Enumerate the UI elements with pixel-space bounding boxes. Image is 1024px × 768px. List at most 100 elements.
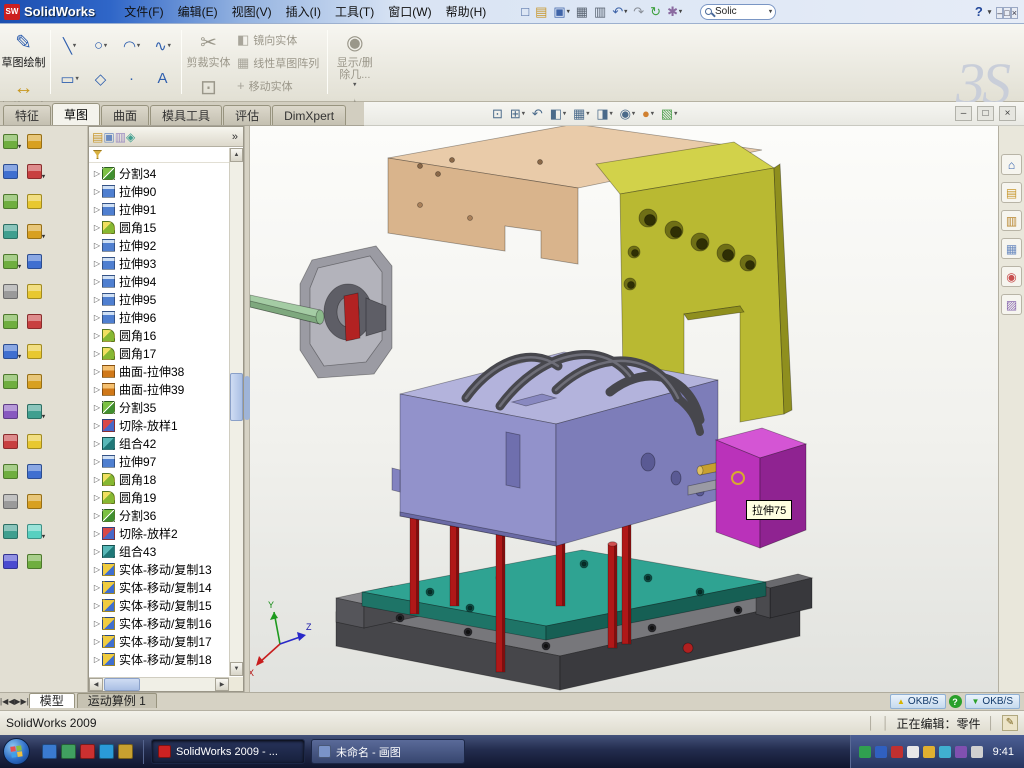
options-icon[interactable]: ✱ ▾ bbox=[665, 4, 684, 20]
graphics-viewport[interactable]: Y X Z 拉伸75 bbox=[250, 126, 998, 692]
tree-item[interactable]: ▷ 拉伸96 bbox=[90, 308, 228, 326]
command-tab[interactable]: 曲面 bbox=[101, 105, 149, 125]
tree-item[interactable]: ▷ 拉伸91 bbox=[90, 200, 228, 218]
expand-arrow-icon[interactable]: ▷ bbox=[92, 601, 102, 610]
dropdown-arrow-icon[interactable]: ▾ bbox=[610, 110, 613, 117]
expand-arrow-icon[interactable]: ▷ bbox=[92, 277, 102, 286]
study-tab[interactable]: 运动算例 1 bbox=[77, 693, 157, 708]
expand-arrow-icon[interactable]: ▷ bbox=[92, 385, 102, 394]
expand-arrow-icon[interactable]: ▷ bbox=[92, 367, 102, 376]
panel-overflow-chevron[interactable]: » bbox=[232, 131, 240, 143]
expand-arrow-icon[interactable]: ▷ bbox=[92, 295, 102, 304]
menu-item[interactable]: 工具(T) bbox=[328, 1, 381, 22]
taskbar-clock[interactable]: 9:41 bbox=[993, 746, 1014, 758]
scroll-left-arrow[interactable]: ◀ bbox=[89, 678, 103, 691]
left-toolbar-button[interactable]: ▾ bbox=[27, 134, 49, 150]
sketch-status-icon[interactable]: ✎ bbox=[1002, 715, 1018, 731]
spline-icon[interactable]: ∿ ▾ bbox=[147, 29, 178, 62]
menu-item[interactable]: 编辑(E) bbox=[171, 1, 225, 22]
dropdown-arrow-icon[interactable]: ▾ bbox=[168, 42, 171, 49]
tree-item[interactable]: ▷ 组合42 bbox=[90, 434, 228, 452]
left-toolbar-button[interactable]: ▾ bbox=[3, 284, 25, 300]
help-icon[interactable]: ? bbox=[975, 4, 983, 19]
design-library-icon[interactable]: ▤ bbox=[1001, 182, 1022, 203]
expand-arrow-icon[interactable]: ▷ bbox=[92, 655, 102, 664]
expand-arrow-icon[interactable]: ▷ bbox=[92, 403, 102, 412]
expand-arrow-icon[interactable]: ▷ bbox=[92, 547, 102, 556]
tree-item[interactable]: ▷ 拉伸90 bbox=[90, 182, 228, 200]
dropdown-arrow-icon[interactable]: ▾ bbox=[353, 81, 356, 88]
tree-item[interactable]: ▷ 圆角18 bbox=[90, 470, 228, 488]
search-input[interactable]: Solic bbox=[715, 6, 769, 17]
tray-icon[interactable] bbox=[971, 746, 983, 758]
tray-icon[interactable] bbox=[891, 746, 903, 758]
tab-nav-arrow[interactable]: ▶| bbox=[21, 697, 29, 706]
left-toolbar-button[interactable]: ▾ bbox=[3, 314, 25, 330]
dimxpertmanager-tab-icon[interactable]: ◈ bbox=[126, 130, 135, 144]
expand-arrow-icon[interactable]: ▷ bbox=[92, 349, 102, 358]
point-icon[interactable]: · ▾ bbox=[116, 62, 147, 95]
tray-icon[interactable] bbox=[907, 746, 919, 758]
expand-arrow-icon[interactable]: ▷ bbox=[92, 637, 102, 646]
expand-arrow-icon[interactable]: ▷ bbox=[92, 457, 102, 466]
open-icon[interactable]: ▤ ▾ bbox=[533, 4, 549, 20]
dropdown-arrow-icon[interactable]: ▾ bbox=[651, 110, 654, 117]
left-toolbar-button[interactable]: ▾ bbox=[27, 434, 49, 450]
menu-item[interactable]: 帮助(H) bbox=[439, 1, 494, 22]
line-icon[interactable]: ╲ ▾ bbox=[54, 29, 85, 62]
left-toolbar-button[interactable]: ▾ bbox=[27, 224, 49, 240]
rectangle-icon[interactable]: ▭ ▾ bbox=[54, 62, 85, 95]
command-tab[interactable]: 草图 bbox=[52, 103, 100, 125]
ribbon-button[interactable]: ✂ 剪裁实体 bbox=[185, 24, 232, 69]
expand-arrow-icon[interactable]: ▷ bbox=[92, 493, 102, 502]
tree-item[interactable]: ▷ 实体-移动/复制14 bbox=[90, 578, 228, 596]
print-preview-icon[interactable]: ▥ ▾ bbox=[592, 4, 608, 20]
tray-icon[interactable] bbox=[875, 746, 887, 758]
left-toolbar-button[interactable]: ▾ bbox=[27, 314, 49, 330]
apply-scene-icon[interactable]: ▧ ▾ bbox=[659, 106, 679, 122]
tree-item[interactable]: ▷ 拉伸97 bbox=[90, 452, 228, 470]
display-style-icon[interactable]: ◨ ▾ bbox=[594, 106, 614, 122]
filter-funnel-icon[interactable] bbox=[93, 150, 102, 159]
help-dropdown-icon[interactable]: ▾ bbox=[988, 8, 992, 16]
doc-minimize-button[interactable]: – bbox=[955, 106, 972, 121]
scrollbar-thumb[interactable] bbox=[230, 373, 243, 421]
tray-icon[interactable] bbox=[955, 746, 967, 758]
view-palette-icon[interactable]: ▦ bbox=[1001, 238, 1022, 259]
propertymanager-tab-icon[interactable]: ▣ bbox=[103, 130, 114, 144]
ribbon-small-button[interactable]: ▦ 线性草图阵列 bbox=[237, 55, 319, 71]
quick-launch-icon[interactable] bbox=[80, 744, 95, 759]
expand-arrow-icon[interactable]: ▷ bbox=[92, 313, 102, 322]
expand-arrow-icon[interactable]: ▷ bbox=[92, 619, 102, 628]
dropdown-arrow-icon[interactable]: ▾ bbox=[674, 110, 677, 117]
tree-item[interactable]: ▷ 拉伸92 bbox=[90, 236, 228, 254]
custom-properties-icon[interactable]: ▨ bbox=[1001, 294, 1022, 315]
restore-button[interactable]: □ bbox=[1003, 7, 1010, 19]
dropdown-arrow-icon[interactable]: ▾ bbox=[563, 110, 566, 117]
tree-item[interactable]: ▷ 圆角17 bbox=[90, 344, 228, 362]
quick-launch-icon[interactable] bbox=[61, 744, 76, 759]
new-document-icon[interactable]: □ ▾ bbox=[519, 4, 531, 20]
tree-item[interactable]: ▷ 切除-放样2 bbox=[90, 524, 228, 542]
tab-nav-arrow[interactable]: |◀ bbox=[0, 697, 8, 706]
expand-arrow-icon[interactable]: ▷ bbox=[92, 259, 102, 268]
flyout-arrow-icon[interactable]: ▾ bbox=[42, 173, 45, 180]
home-icon[interactable]: ⌂ bbox=[1001, 154, 1022, 175]
tree-item[interactable]: ▷ 圆角19 bbox=[90, 488, 228, 506]
ribbon-button[interactable]: ✎ 草图绘制 ▾ bbox=[0, 24, 47, 69]
model-3d-view[interactable]: Y X Z bbox=[250, 126, 998, 692]
tree-item[interactable]: ▷ 组合43 bbox=[90, 542, 228, 560]
left-toolbar-button[interactable]: ▾ bbox=[3, 524, 25, 540]
dropdown-arrow-icon[interactable]: ▾ bbox=[522, 110, 525, 117]
tray-icon[interactable] bbox=[923, 746, 935, 758]
left-toolbar-button[interactable]: ▾ bbox=[3, 374, 25, 390]
menu-item[interactable]: 插入(I) bbox=[279, 1, 328, 22]
left-toolbar-button[interactable]: ▾ bbox=[3, 164, 25, 180]
left-toolbar-button[interactable]: ▾ bbox=[3, 254, 25, 270]
doc-close-button[interactable]: × bbox=[999, 106, 1016, 121]
scroll-down-arrow[interactable]: ▼ bbox=[230, 662, 243, 676]
quick-launch-icon[interactable] bbox=[118, 744, 133, 759]
zoom-fit-icon[interactable]: ⊡ ▾ bbox=[490, 106, 505, 122]
expand-arrow-icon[interactable]: ▷ bbox=[92, 421, 102, 430]
taskbar-window-button[interactable]: 未命名 - 画图 bbox=[311, 739, 465, 764]
